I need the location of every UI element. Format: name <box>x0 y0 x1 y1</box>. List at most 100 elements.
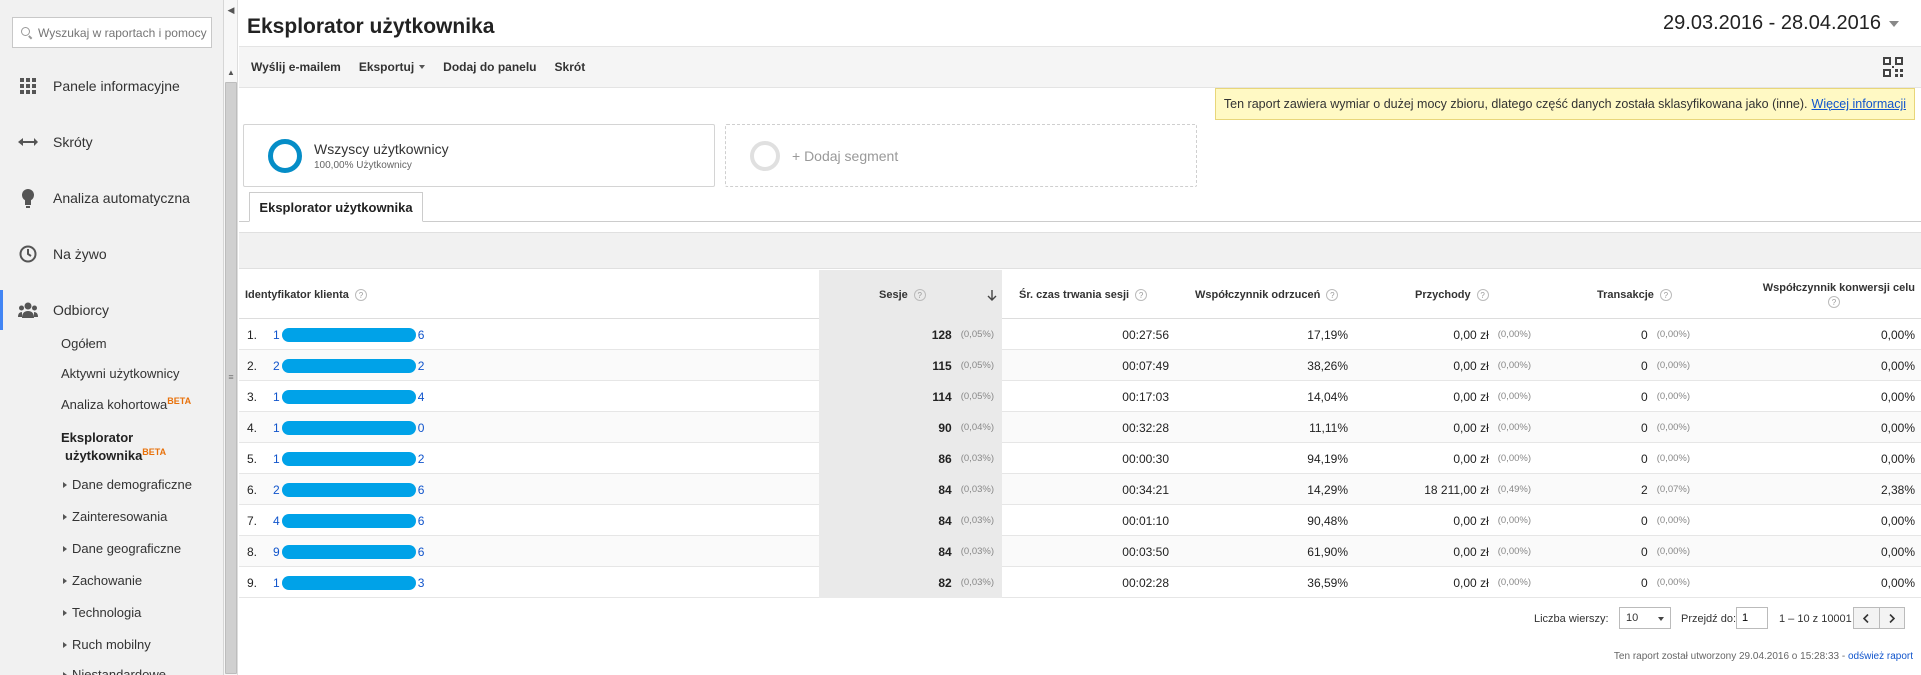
more-info-link[interactable]: Więcej informacji <box>1812 97 1906 111</box>
tab-user-explorer[interactable]: Eksplorator użytkownika <box>249 192 423 222</box>
client-id-end: 4 <box>417 389 425 404</box>
export-button[interactable]: Eksportuj <box>359 60 426 74</box>
client-id-link[interactable]: 26 <box>273 474 424 505</box>
help-icon[interactable]: ? <box>1135 288 1148 301</box>
next-page-button[interactable] <box>1880 608 1905 628</box>
scroll-up-icon[interactable]: ▲ <box>226 68 236 78</box>
transactions-value: 0 <box>1641 575 1648 590</box>
client-id-end: 0 <box>417 420 425 435</box>
sessions-cell: 84 (0,03%) <box>819 505 994 536</box>
sessions-value: 84 <box>938 513 952 528</box>
nav-cohort[interactable]: Analiza kohortowaBETA <box>61 396 191 412</box>
nav-dashboards[interactable]: Panele informacyjne <box>0 66 224 106</box>
help-icon[interactable]: ? <box>354 288 367 301</box>
resize-grip-icon[interactable]: ≡ <box>227 372 235 382</box>
transactions-value: 0 <box>1641 513 1648 528</box>
row-index: 9. <box>247 575 258 590</box>
redaction-mark <box>281 544 416 559</box>
transactions-cell: 0 (0,00%) <box>1531 567 1690 598</box>
clock-icon <box>18 244 38 264</box>
client-id-link[interactable]: 16 <box>273 319 424 350</box>
col-label: Sesje <box>879 288 908 301</box>
help-icon[interactable]: ? <box>913 288 926 301</box>
duration-cell: 00:02:28 <box>1122 575 1169 590</box>
nav-technology[interactable]: Technologia <box>63 605 141 620</box>
sessions-pct: (0,03%) <box>960 577 994 588</box>
transactions-pct: (0,00%) <box>1656 391 1690 402</box>
client-id-link[interactable]: 22 <box>273 350 424 381</box>
client-id-link[interactable]: 12 <box>273 443 424 474</box>
nav-behavior[interactable]: Zachowanie <box>63 573 142 588</box>
col-conversion[interactable]: Współczynnik konwersji celu ? <box>1733 270 1915 319</box>
segment-title: Wszyscy użytkownicy <box>314 140 449 157</box>
nav-mobile[interactable]: Ruch mobilny <box>63 637 151 652</box>
help-icon[interactable]: ? <box>1659 288 1672 301</box>
bounce-cell: 90,48% <box>1307 513 1348 528</box>
transactions-cell: 0 (0,00%) <box>1531 412 1690 443</box>
row-index: 3. <box>247 389 258 404</box>
client-id-link[interactable]: 14 <box>273 381 424 412</box>
collapse-sidebar-icon[interactable]: ◀ <box>226 2 236 18</box>
date-range-text: 29.03.2016 - 28.04.2016 <box>1663 12 1881 34</box>
col-label: Transakcje <box>1597 288 1654 301</box>
nav-demographics[interactable]: Dane demograficzne <box>63 477 192 492</box>
nav-user-explorer[interactable]: Eksplorator użytkownikaBETA <box>61 430 166 463</box>
conversion-cell: 0,00% <box>1880 513 1915 528</box>
table-row: 1. 1 6 128 (0,05%) 00:27:56 17,19% 0,00 zł (0,00… <box>239 319 1921 350</box>
rows-per-page-select[interactable]: 10 <box>1619 607 1671 629</box>
revenue-pct: (0,00%) <box>1497 360 1531 371</box>
col-revenue[interactable]: Przychody? <box>1415 270 1489 319</box>
nav-audience-overview[interactable]: Ogółem <box>61 336 107 351</box>
col-bounce-rate[interactable]: Współczynnik odrzuceń? <box>1195 270 1339 319</box>
redaction-mark <box>281 575 416 590</box>
goto-page-input[interactable] <box>1736 607 1768 629</box>
col-client-id[interactable]: Identyfikator klienta? <box>245 270 367 319</box>
add-to-dashboard-button[interactable]: Dodaj do panelu <box>443 60 536 74</box>
revenue-cell: 0,00 zł (0,00%) <box>1348 567 1531 598</box>
duration-cell: 00:34:21 <box>1122 482 1169 497</box>
help-icon[interactable]: ? <box>1828 295 1840 308</box>
add-segment-button[interactable]: + Dodaj segment <box>725 124 1197 187</box>
client-id-link[interactable]: 96 <box>273 536 424 567</box>
redaction-mark <box>281 420 416 435</box>
search-box[interactable] <box>12 17 212 48</box>
page-title: Eksplorator użytkownika <box>247 15 495 38</box>
nav-audience[interactable]: Odbiorcy <box>0 290 224 330</box>
revenue-cell: 0,00 zł (0,00%) <box>1348 443 1531 474</box>
nav-geo[interactable]: Dane geograficzne <box>63 541 181 556</box>
bounce-cell: 94,19% <box>1307 451 1348 466</box>
nav-intelligence[interactable]: Analiza automatyczna <box>0 178 224 218</box>
col-avg-duration[interactable]: Śr. czas trwania sesji? <box>1019 270 1148 319</box>
refresh-report-link[interactable]: odśwież raport <box>1848 651 1913 662</box>
date-range-picker[interactable]: 29.03.2016 - 28.04.2016 <box>1663 12 1899 35</box>
nav-custom[interactable]: Niestandardowe <box>63 667 166 675</box>
nav-interests[interactable]: Zainteresowania <box>63 509 167 524</box>
nav-label: Analiza automatyczna <box>53 190 190 206</box>
client-id-link[interactable]: 10 <box>273 412 424 443</box>
duration-cell: 00:27:56 <box>1122 327 1169 342</box>
nav-realtime[interactable]: Na żywo <box>0 234 224 274</box>
help-icon[interactable]: ? <box>1326 288 1339 301</box>
nav-active-users[interactable]: Aktywni użytkownicy <box>61 366 179 381</box>
sessions-cell: 115 (0,05%) <box>819 350 994 381</box>
col-sessions[interactable]: Sesje? <box>879 270 997 319</box>
col-transactions[interactable]: Transakcje? <box>1597 270 1672 319</box>
beta-badge: BETA <box>167 396 192 406</box>
email-button[interactable]: Wyślij e-mailem <box>251 60 341 74</box>
shortcut-button[interactable]: Skrót <box>555 60 586 74</box>
qr-code-icon[interactable] <box>1883 57 1903 77</box>
conversion-cell: 0,00% <box>1880 575 1915 590</box>
prev-page-button[interactable] <box>1854 608 1880 628</box>
segment-all-users[interactable]: Wszyscy użytkownicy 100,00% Użytkownicy <box>243 124 715 187</box>
sessions-pct: (0,03%) <box>960 515 994 526</box>
client-id-link[interactable]: 46 <box>273 505 424 536</box>
nav-shortcuts[interactable]: Skróty <box>0 122 224 162</box>
table-row: 9. 1 3 82 (0,03%) 00:02:28 36,59% 0,00 zł (0,00%… <box>239 567 1921 598</box>
transactions-pct: (0,00%) <box>1656 329 1690 340</box>
conversion-cell: 2,38% <box>1880 482 1915 497</box>
search-input[interactable] <box>38 25 208 40</box>
redaction-mark <box>281 358 416 373</box>
revenue-cell: 18 211,00 zł (0,49%) <box>1348 474 1531 505</box>
help-icon[interactable]: ? <box>1476 288 1489 301</box>
client-id-link[interactable]: 13 <box>273 567 424 598</box>
